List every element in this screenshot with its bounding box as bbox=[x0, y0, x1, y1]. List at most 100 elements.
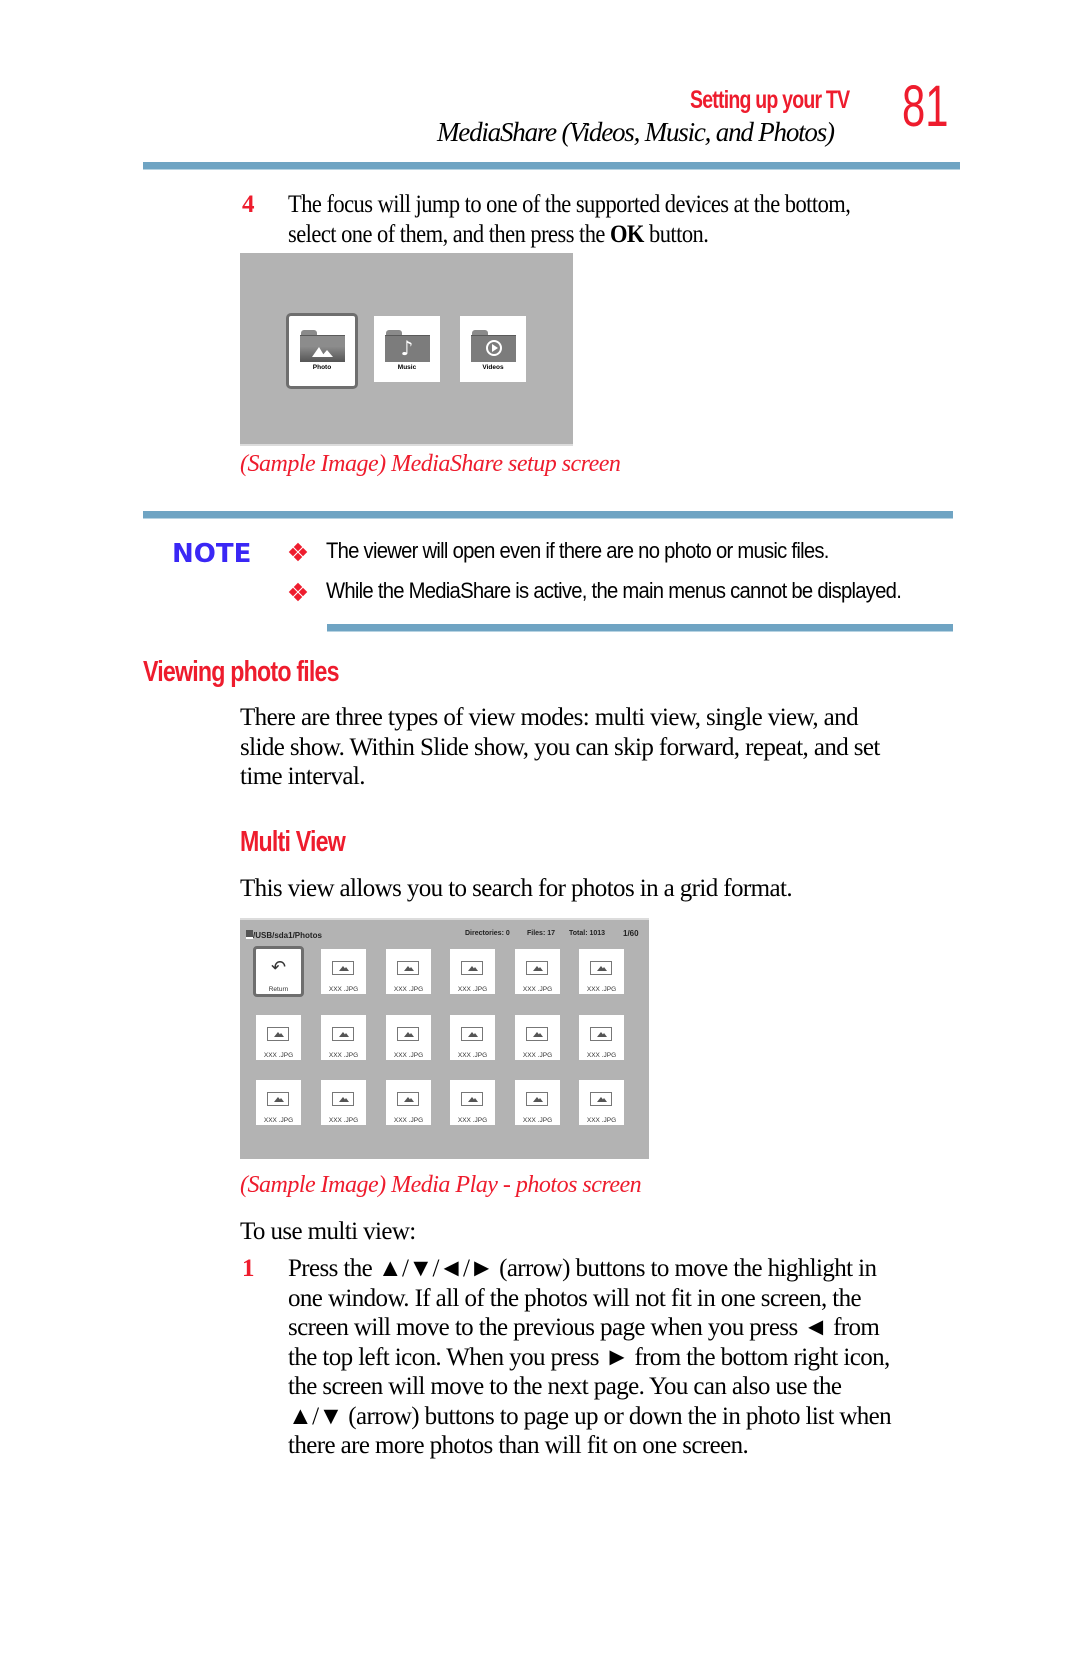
file-name-label: XXX .JPG bbox=[457, 1052, 488, 1059]
drive-icon bbox=[246, 930, 253, 939]
step-1-line: screen will move to the previous page wh… bbox=[288, 1314, 880, 1341]
photo-file-tile[interactable]: XXX .JPG bbox=[515, 1080, 560, 1125]
section-title: MediaShare (Videos, Music, and Photos) bbox=[437, 117, 835, 147]
step-4-line-2-end: button. bbox=[643, 220, 709, 248]
image-thumbnail-icon bbox=[332, 1027, 354, 1041]
file-name-label: XXX .JPG bbox=[393, 1117, 424, 1124]
image-thumbnail-icon bbox=[397, 1092, 419, 1106]
photo-folder-icon bbox=[299, 330, 345, 362]
image-thumbnail-icon bbox=[397, 1027, 419, 1041]
media-play-photos-screen: /USB/sda1/Photos Directories: 0 Files: 1… bbox=[240, 918, 649, 1159]
setup-screen-caption: (Sample Image) MediaShare setup screen bbox=[240, 451, 621, 477]
video-folder-icon bbox=[470, 330, 516, 362]
music-tile[interactable]: ♪ Music bbox=[374, 316, 440, 382]
step-4-line-2: select one of them, and then press the O… bbox=[288, 220, 850, 250]
ok-button-label: OK bbox=[609, 220, 644, 248]
paragraph-line: time interval. bbox=[240, 763, 365, 790]
page-number: 81 bbox=[902, 74, 949, 139]
photo-file-tile[interactable]: XXX .JPG bbox=[450, 1080, 495, 1125]
note-item-text: While the MediaShare is active, the main… bbox=[326, 578, 902, 603]
photo-file-tile[interactable]: XXX .JPG bbox=[321, 1015, 366, 1060]
photo-file-tile[interactable]: XXX .JPG bbox=[321, 949, 366, 994]
photo-file-tile[interactable]: XXX .JPG bbox=[321, 1080, 366, 1125]
photo-file-tile[interactable]: XXX .JPG bbox=[579, 1080, 624, 1125]
videos-tile[interactable]: Videos bbox=[460, 316, 526, 382]
photo-tile[interactable]: Photo bbox=[286, 313, 358, 389]
paragraph-line: There are three types of view modes: mul… bbox=[240, 704, 859, 731]
file-name-label: XXX .JPG bbox=[522, 986, 553, 993]
total-count: Total: 1013 bbox=[569, 930, 606, 937]
photo-file-tile[interactable]: XXX .JPG bbox=[579, 1015, 624, 1060]
return-tile[interactable]: ↶ Return bbox=[253, 946, 304, 997]
photo-file-tile[interactable]: XXX .JPG bbox=[256, 1080, 301, 1125]
image-thumbnail-icon bbox=[461, 1027, 483, 1041]
step-4-line-2-text: select one of them, and then press the bbox=[288, 220, 610, 248]
file-name-label: XXX .JPG bbox=[393, 986, 424, 993]
image-thumbnail-icon bbox=[526, 1027, 548, 1041]
step-number-1: 1 bbox=[242, 1255, 255, 1282]
note-bottom-rule bbox=[327, 624, 953, 631]
music-folder-icon: ♪ bbox=[384, 330, 430, 362]
music-tile-label: Music bbox=[397, 364, 417, 371]
file-name-label: XXX .JPG bbox=[263, 1052, 294, 1059]
image-thumbnail-icon bbox=[526, 1092, 548, 1106]
photo-tile-label: Photo bbox=[312, 364, 332, 371]
videos-tile-label: Videos bbox=[482, 364, 504, 371]
photo-file-tile[interactable]: XXX .JPG bbox=[386, 1080, 431, 1125]
file-name-label: XXX .JPG bbox=[586, 1052, 617, 1059]
directories-count: Directories: 0 bbox=[465, 930, 510, 937]
subheading-multi-view: Multi View bbox=[240, 826, 346, 858]
instructions-lead: To use multi view: bbox=[240, 1218, 416, 1245]
image-thumbnail-icon bbox=[590, 1092, 612, 1106]
image-thumbnail-icon bbox=[332, 961, 354, 975]
photo-file-tile[interactable]: XXX .JPG bbox=[579, 949, 624, 994]
image-thumbnail-icon bbox=[332, 1092, 354, 1106]
step-1-line: Press the ▲/▼/◄/► (arrow) buttons to mov… bbox=[288, 1255, 877, 1282]
paragraph-line: slide show. Within Slide show, you can s… bbox=[240, 733, 880, 761]
page-indicator: 1/60 bbox=[623, 929, 639, 938]
note-top-rule bbox=[143, 511, 953, 518]
image-thumbnail-icon bbox=[590, 1027, 612, 1041]
step-1-line: ▲/▼ (arrow) buttons to page up or down t… bbox=[288, 1402, 892, 1430]
viewing-paragraph: There are three types of view modes: mul… bbox=[240, 703, 880, 792]
return-arrow-icon: ↶ bbox=[270, 957, 287, 978]
note-item-text: The viewer will open even if there are n… bbox=[326, 538, 829, 563]
section-heading-viewing-photo-files: Viewing photo files bbox=[143, 656, 340, 688]
chapter-title: Setting up your TV bbox=[690, 86, 850, 114]
multi-view-intro: This view allows you to search for photo… bbox=[240, 875, 793, 902]
photo-file-tile[interactable]: XXX .JPG bbox=[256, 1015, 301, 1060]
file-name-label: XXX .JPG bbox=[586, 1117, 617, 1124]
image-thumbnail-icon bbox=[461, 1092, 483, 1106]
file-name-label: XXX .JPG bbox=[457, 1117, 488, 1124]
photo-file-tile[interactable]: XXX .JPG bbox=[386, 1015, 431, 1060]
file-name-label: XXX .JPG bbox=[328, 1117, 359, 1124]
file-name-label: XXX .JPG bbox=[328, 1052, 359, 1059]
folder-path: /USB/sda1/Photos bbox=[246, 930, 322, 940]
folder-path-text: /USB/sda1/Photos bbox=[253, 931, 322, 940]
bullet-diamond-icon bbox=[288, 582, 308, 602]
return-label: Return bbox=[268, 986, 289, 993]
mediashare-setup-screen: Photo ♪ Music Videos bbox=[240, 253, 573, 446]
photo-file-tile[interactable]: XXX .JPG bbox=[450, 1015, 495, 1060]
files-count: Files: 17 bbox=[527, 930, 556, 937]
image-thumbnail-icon bbox=[526, 961, 548, 975]
image-thumbnail-icon bbox=[267, 1027, 289, 1041]
step-1-text: Press the ▲/▼/◄/► (arrow) buttons to mov… bbox=[288, 1254, 892, 1461]
image-thumbnail-icon bbox=[267, 1092, 289, 1106]
photo-file-tile[interactable]: XXX .JPG bbox=[515, 949, 560, 994]
step-4-line-1: The focus will jump to one of the suppor… bbox=[288, 191, 851, 218]
file-name-label: XXX .JPG bbox=[328, 986, 359, 993]
bullet-diamond-icon bbox=[288, 542, 308, 562]
image-thumbnail-icon bbox=[590, 961, 612, 975]
photo-file-tile[interactable]: XXX .JPG bbox=[386, 949, 431, 994]
step-number-4: 4 bbox=[242, 191, 255, 218]
image-thumbnail-icon bbox=[461, 961, 483, 975]
photo-file-tile[interactable]: XXX .JPG bbox=[450, 949, 495, 994]
image-thumbnail-icon bbox=[397, 961, 419, 975]
file-name-label: XXX .JPG bbox=[586, 986, 617, 993]
step-1-line: the top left icon. When you press ► from… bbox=[288, 1343, 890, 1371]
file-name-label: XXX .JPG bbox=[522, 1052, 553, 1059]
file-name-label: XXX .JPG bbox=[393, 1052, 424, 1059]
photo-file-tile[interactable]: XXX .JPG bbox=[515, 1015, 560, 1060]
step-4-text: The focus will jump to one of the suppor… bbox=[288, 190, 851, 250]
